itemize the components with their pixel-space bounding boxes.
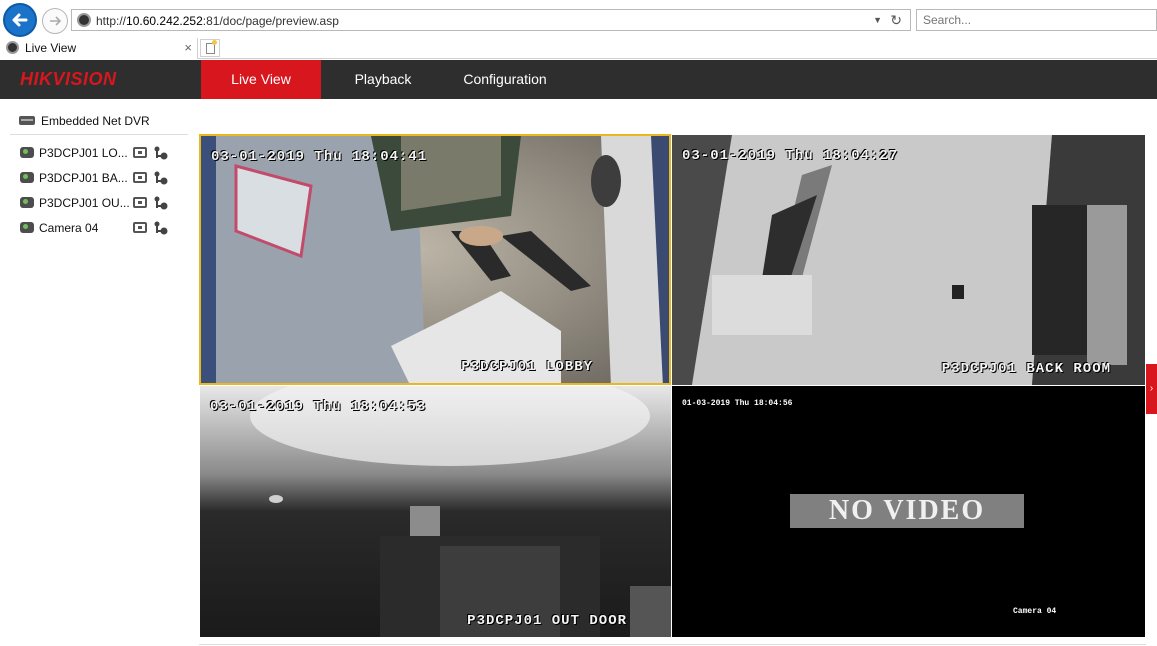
device-header[interactable]: Embedded Net DVR	[10, 111, 188, 135]
search-box[interactable]	[916, 9, 1157, 31]
url-path: :81/doc/page/preview.asp	[202, 14, 339, 28]
divider	[199, 644, 1146, 645]
video-tile-lobby[interactable]: 03-01-2019 Thu 18:04:41 P3DCPJ01 LOBBY	[199, 134, 671, 385]
camera-icon	[20, 197, 34, 208]
arrow-left-icon	[12, 13, 28, 27]
tile-camera-name: P3DCPJ01 LOBBY	[461, 359, 593, 375]
chevron-down-icon[interactable]: ▼	[873, 15, 882, 25]
video-grid: 03-01-2019 Thu 18:04:41 P3DCPJ01 LOBBY 0…	[199, 134, 1146, 638]
stream-switch-icon[interactable]	[153, 195, 169, 211]
video-tile-camera-04[interactable]: 01-03-2019 Thu 18:04:56 NO VIDEO Camera …	[672, 386, 1145, 637]
url-text[interactable]: http://10.60.242.252:81/doc/page/preview…	[96, 14, 339, 28]
stream-switch-icon[interactable]	[153, 220, 169, 236]
search-input[interactable]	[917, 10, 1156, 30]
tab-live-view[interactable]: Live View ×	[0, 38, 198, 59]
channel-item-back-room[interactable]: P3DCPJ01 BA...	[18, 168, 190, 188]
nav-tab-configuration[interactable]: Configuration	[448, 60, 562, 99]
tile-timestamp: 03-01-2019 Thu 18:04:41	[211, 149, 428, 165]
channel-label: P3DCPJ01 LO...	[39, 146, 128, 160]
close-icon[interactable]: ×	[184, 40, 192, 55]
url-prefix: http://	[96, 14, 127, 28]
logo-hik: HIK	[20, 69, 53, 89]
channel-item-out-door[interactable]: P3DCPJ01 OU...	[18, 193, 190, 213]
camera-icon	[20, 172, 34, 183]
url-host: 10.60.242.252	[126, 14, 203, 28]
nav-tab-playback[interactable]: Playback	[336, 60, 430, 99]
tile-timestamp: 03-01-2019 Thu 18:04:53	[210, 399, 427, 415]
tab-title: Live View	[25, 41, 77, 55]
new-tab-button[interactable]	[200, 39, 220, 57]
browser-toolbar: http://10.60.242.252:81/doc/page/preview…	[0, 0, 1157, 38]
camera-feed-lobby	[201, 136, 669, 383]
camera-icon	[20, 147, 34, 158]
hikvision-logo: HIKVISION	[20, 69, 117, 90]
panel-toggle-button[interactable]: ›	[1146, 364, 1157, 414]
record-icon[interactable]	[133, 197, 147, 208]
dvr-icon	[19, 116, 35, 125]
tile-camera-name: P3DCPJ01 OUT DOOR	[467, 613, 627, 629]
tile-timestamp: 03-01-2019 Thu 18:04:27	[682, 148, 899, 164]
video-tile-out-door[interactable]: 03-01-2019 Thu 18:04:53 P3DCPJ01 OUT DOO…	[200, 386, 671, 637]
record-icon[interactable]	[133, 147, 147, 158]
tab-favicon-icon	[6, 41, 19, 54]
camera-feed-back-room	[672, 135, 1145, 385]
tile-timestamp: 01-03-2019 Thu 18:04:56	[682, 399, 793, 408]
site-favicon-icon	[77, 13, 91, 27]
arrow-right-icon	[50, 16, 62, 26]
tile-camera-name: P3DCPJ01 BACK ROOM	[941, 361, 1111, 377]
logo-vision: VISION	[52, 69, 117, 89]
no-video-label: NO VIDEO	[790, 494, 1024, 528]
camera-feed-out-door	[200, 386, 671, 637]
camera-icon	[20, 222, 34, 233]
stream-switch-icon[interactable]	[153, 145, 169, 161]
channel-item-camera-04[interactable]: Camera 04	[18, 218, 190, 238]
channel-label: Camera 04	[39, 221, 99, 235]
channel-item-lobby[interactable]: P3DCPJ01 LO...	[18, 143, 190, 163]
video-tile-back-room[interactable]: 03-01-2019 Thu 18:04:27 P3DCPJ01 BACK RO…	[672, 135, 1145, 385]
channel-label: P3DCPJ01 OU...	[39, 196, 130, 210]
app-header: HIKVISION Live View Playback Configurati…	[0, 60, 1157, 99]
tab-strip: Live View ×	[0, 38, 1157, 59]
device-panel: Embedded Net DVR P3DCPJ01 LO... P3DCPJ01…	[0, 99, 192, 646]
tile-camera-name: Camera 04	[1013, 607, 1057, 616]
star-icon	[212, 40, 217, 45]
channel-label: P3DCPJ01 BA...	[39, 171, 128, 185]
address-bar[interactable]: http://10.60.242.252:81/doc/page/preview…	[71, 9, 911, 31]
record-icon[interactable]	[133, 222, 147, 233]
forward-button[interactable]	[42, 8, 68, 34]
device-title: Embedded Net DVR	[41, 114, 150, 128]
record-icon[interactable]	[133, 172, 147, 183]
stream-switch-icon[interactable]	[153, 170, 169, 186]
nav-tab-live-view[interactable]: Live View	[201, 60, 321, 99]
refresh-icon[interactable]: ↻	[890, 12, 902, 29]
back-button[interactable]	[3, 3, 37, 37]
